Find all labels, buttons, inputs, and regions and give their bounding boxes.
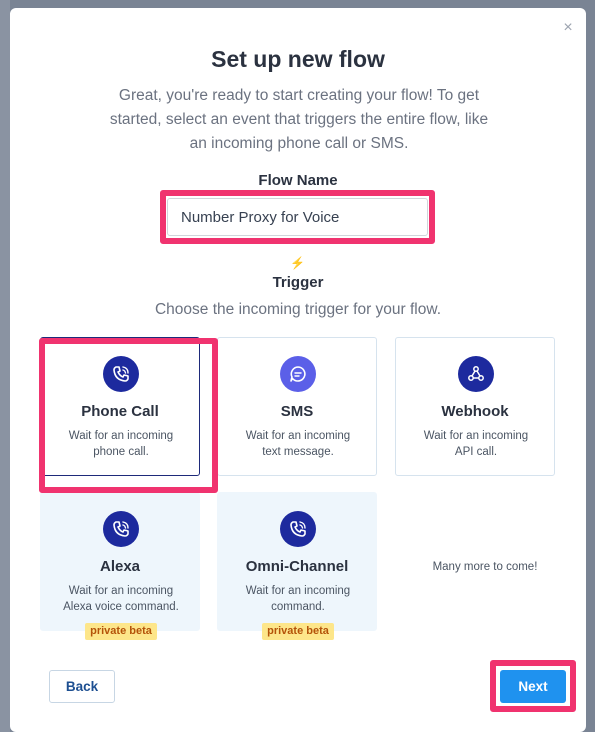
private-beta-badge: private beta [85, 623, 157, 640]
phone-call-highlight [39, 338, 218, 493]
webhook-icon [458, 356, 494, 392]
flow-name-label: Flow Name [258, 172, 338, 189]
flow-name-input[interactable] [167, 198, 428, 236]
phone-call-icon [280, 511, 316, 547]
modal-title: Set up new flow [211, 46, 385, 72]
trigger-card-alexa[interactable]: Alexa Wait for an incoming Alexa voice c… [40, 492, 200, 640]
lightning-bolt-icon: ⚡ [290, 256, 305, 270]
card-title: Omni-Channel [245, 558, 349, 575]
card-description: Wait for an incoming command. [245, 585, 351, 613]
trigger-card-omni-channel[interactable]: Omni-Channel Wait for an incoming comman… [217, 492, 377, 640]
trigger-description: Choose the incoming trigger for your flo… [154, 301, 442, 318]
private-beta-badge: private beta [262, 623, 334, 640]
setup-flow-modal: × Set up new flow Great, you're ready to… [10, 8, 586, 732]
trigger-card-sms[interactable]: SMS Wait for an incoming text message. [217, 337, 377, 476]
page-backdrop [0, 0, 10, 732]
card-title: SMS [280, 403, 314, 420]
modal-intro: Great, you're ready to start creating yo… [109, 87, 489, 152]
phone-call-icon [103, 511, 139, 547]
card-title: Alexa [99, 558, 141, 575]
trigger-label: Trigger [272, 274, 324, 291]
close-icon[interactable]: × [560, 20, 576, 36]
card-description: Wait for an incoming Alexa voice command… [63, 585, 179, 613]
card-title: Webhook [441, 403, 509, 420]
trigger-card-webhook[interactable]: Webhook Wait for an incoming API call. [395, 337, 555, 476]
back-button[interactable]: Back [49, 670, 115, 703]
chat-bubble-icon [280, 356, 316, 392]
more-to-come-text: Many more to come! [432, 561, 538, 573]
card-description: Wait for an incoming text message. [245, 430, 351, 458]
next-button[interactable]: Next [500, 670, 566, 703]
card-description: Wait for an incoming API call. [423, 430, 529, 458]
